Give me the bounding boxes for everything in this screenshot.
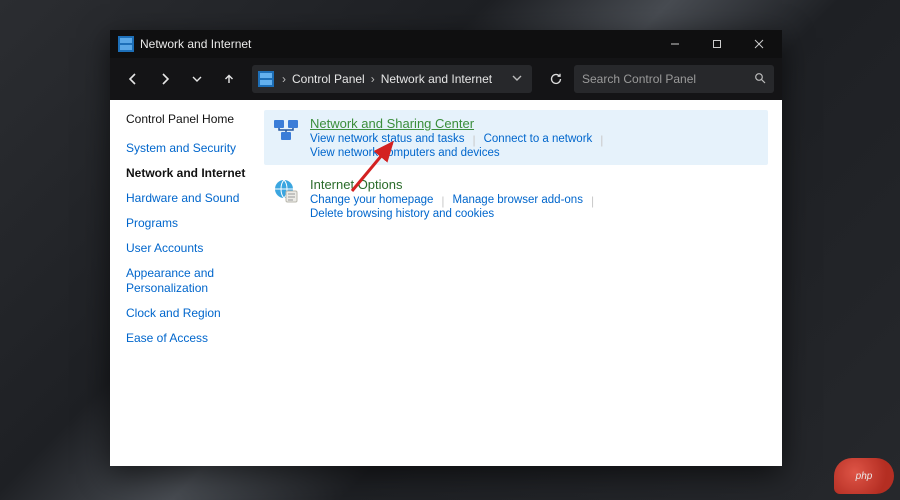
address-bar[interactable]: › Control Panel › Network and Internet: [252, 65, 532, 93]
task-link[interactable]: Change your homepage: [310, 194, 433, 208]
category-network-and-sharing-center: Network and Sharing Center View network s…: [264, 110, 768, 165]
chevron-right-icon: ›: [280, 72, 288, 86]
maximize-button[interactable]: [696, 30, 738, 58]
category-internet-options: Internet OptionsChange your homepage|Man…: [264, 171, 768, 226]
sidebar-item-user-accounts[interactable]: User Accounts: [126, 241, 250, 256]
window-title: Network and Internet: [140, 37, 654, 51]
task-link[interactable]: View network status and tasks: [310, 133, 464, 147]
network-icon: [272, 116, 300, 144]
up-button[interactable]: [214, 63, 244, 95]
sidebar: Control Panel Home System and Security Ne…: [110, 100, 258, 466]
category-title[interactable]: Network and Sharing Center: [310, 116, 760, 131]
task-link[interactable]: Connect to a network: [484, 133, 593, 147]
search-placeholder: Search Control Panel: [582, 72, 696, 86]
task-link[interactable]: Delete browsing history and cookies: [310, 208, 494, 220]
sidebar-item-clock-and-region[interactable]: Clock and Region: [126, 306, 250, 321]
refresh-button[interactable]: [540, 65, 572, 93]
search-icon: [754, 72, 766, 87]
chevron-right-icon: ›: [369, 72, 377, 86]
breadcrumb-current[interactable]: Network and Internet: [377, 72, 496, 86]
sidebar-item-network-and-internet[interactable]: Network and Internet: [126, 166, 250, 181]
address-icon: [258, 71, 274, 87]
recent-dropdown[interactable]: [182, 63, 212, 95]
sidebar-item-programs[interactable]: Programs: [126, 216, 250, 231]
control-panel-icon: [118, 36, 134, 52]
task-link[interactable]: View network computers and devices: [310, 147, 500, 159]
toolbar: › Control Panel › Network and Internet S…: [110, 58, 782, 100]
main-panel: Network and Sharing Center View network s…: [258, 100, 782, 466]
search-input[interactable]: Search Control Panel: [574, 65, 774, 93]
titlebar: Network and Internet: [110, 30, 782, 58]
sidebar-home[interactable]: Control Panel Home: [126, 112, 250, 127]
forward-button[interactable]: [150, 63, 180, 95]
sidebar-list: System and Security Network and Internet H…: [126, 141, 250, 346]
sidebar-item-appearance-and-personalization[interactable]: Appearance and Personalization: [126, 266, 250, 296]
internet-options-icon: [272, 177, 300, 205]
task-link[interactable]: Manage browser add-ons: [453, 194, 583, 208]
chevron-down-icon[interactable]: [506, 72, 528, 86]
content-area: Control Panel Home System and Security Ne…: [110, 100, 782, 466]
close-button[interactable]: [738, 30, 780, 58]
sidebar-item-system-and-security[interactable]: System and Security: [126, 141, 250, 156]
back-button[interactable]: [118, 63, 148, 95]
category-title[interactable]: Internet Options: [310, 177, 760, 192]
control-panel-window: Network and Internet › Control Panel › N…: [110, 30, 782, 466]
breadcrumb-root[interactable]: Control Panel: [288, 72, 369, 86]
sidebar-item-ease-of-access[interactable]: Ease of Access: [126, 331, 250, 346]
watermark: php: [834, 458, 894, 494]
sidebar-item-hardware-and-sound[interactable]: Hardware and Sound: [126, 191, 250, 206]
minimize-button[interactable]: [654, 30, 696, 58]
